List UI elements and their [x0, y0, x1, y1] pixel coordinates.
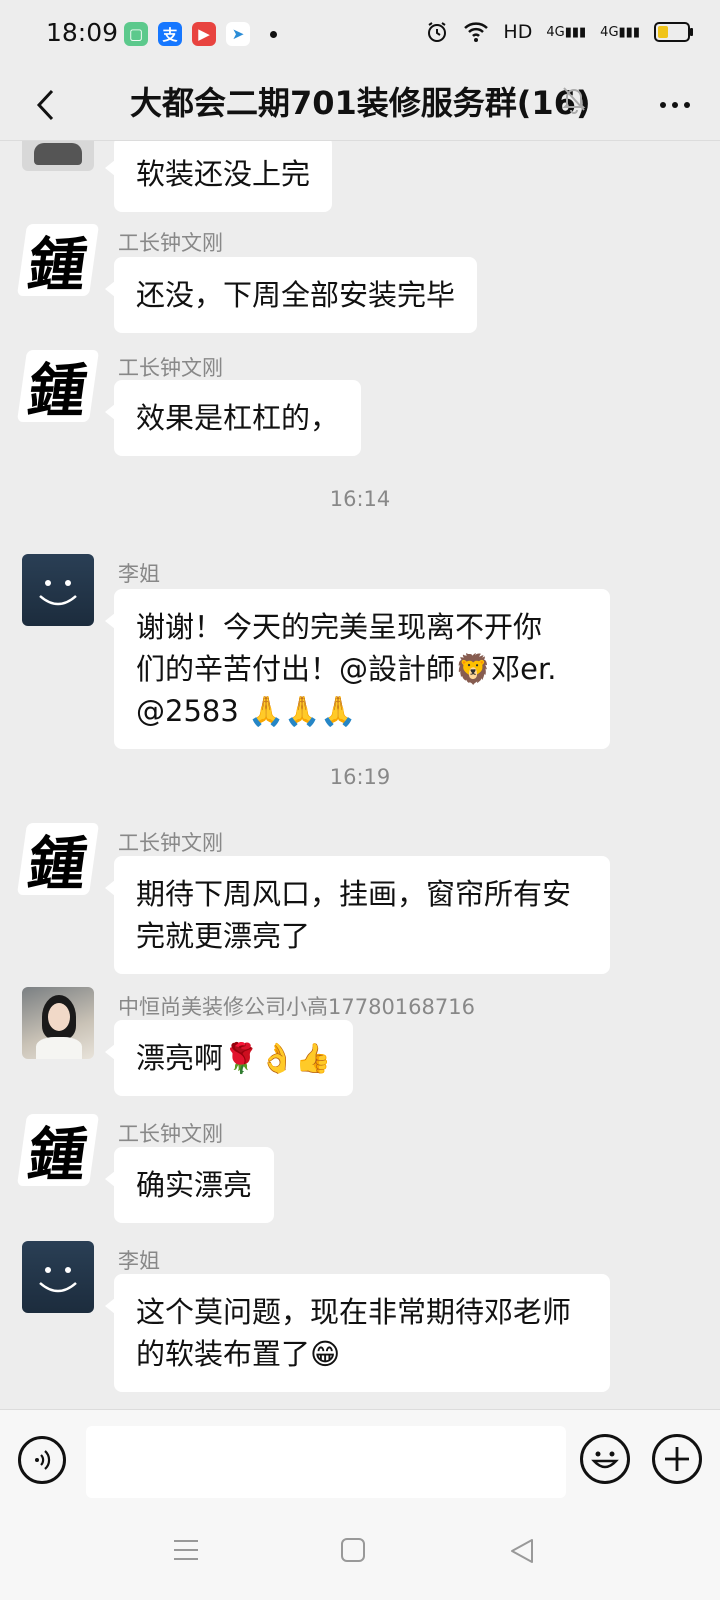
- avatar[interactable]: [22, 987, 94, 1059]
- paper-plane-icon: ➤: [226, 22, 250, 46]
- sender-name: 工长钟文刚: [118, 231, 223, 255]
- sender-name: 工长钟文刚: [118, 831, 223, 855]
- alipay-icon: 支: [158, 22, 182, 46]
- menu-icon[interactable]: [172, 1537, 200, 1563]
- chat-title: 大都会二期701装修服务群(16): [130, 84, 591, 122]
- more-dot-icon: [672, 102, 678, 108]
- message-line: @2583 🙏🙏🙏: [136, 694, 357, 728]
- more-options-button[interactable]: [650, 80, 700, 130]
- signal-2-label: 4G: [600, 24, 619, 40]
- emoji-button[interactable]: [580, 1434, 630, 1484]
- avatar[interactable]: 鍾: [16, 224, 100, 296]
- status-notification-icons: ▢ 支 ▶ ➤: [124, 22, 277, 46]
- message-line: 完就更漂亮了: [136, 919, 311, 953]
- avatar[interactable]: [22, 554, 94, 626]
- message-line: 期待下周风口，挂画，窗帘所有安: [136, 877, 572, 911]
- status-time: 18:09: [46, 18, 119, 47]
- more-dot-icon: [684, 102, 690, 108]
- message-bubble[interactable]: 谢谢！今天的完美呈现离不开你 们的辛苦付出！@設計師🦁邓er. @2583 🙏🙏…: [105, 589, 610, 749]
- avatar[interactable]: 鍾: [16, 823, 100, 895]
- message-bubble[interactable]: 效果是杠杠的，: [104, 380, 362, 456]
- message-bubble[interactable]: 漂亮啊🌹👌👍: [104, 1020, 354, 1096]
- avatar[interactable]: 鍾: [16, 1114, 100, 1186]
- back-triangle-icon[interactable]: [508, 1537, 536, 1565]
- avatar[interactable]: [22, 141, 94, 171]
- sender-name: 李姐: [118, 1249, 160, 1273]
- sender-name: 李姐: [118, 562, 160, 586]
- sender-name: 工长钟文刚: [118, 356, 223, 380]
- plus-icon: [665, 1447, 689, 1471]
- voice-wave-icon: [35, 1450, 51, 1470]
- home-square-icon[interactable]: [340, 1537, 366, 1563]
- avatar[interactable]: 鍾: [16, 350, 100, 422]
- avatar[interactable]: [22, 1241, 94, 1313]
- message-text-input[interactable]: [86, 1426, 566, 1498]
- green-app-icon: ▢: [124, 22, 148, 46]
- message-line: 谢谢！今天的完美呈现离不开你: [136, 610, 543, 644]
- wifi-icon: [464, 22, 489, 42]
- message-line: 这个莫问题，现在非常期待邓老师: [136, 1295, 572, 1329]
- more-functions-button[interactable]: [652, 1434, 702, 1484]
- message-bubble[interactable]: 期待下周风口，挂画，窗帘所有安 完就更漂亮了: [105, 856, 610, 974]
- message-line: 们的辛苦付出！@設計師🦁邓er.: [136, 652, 557, 686]
- timestamp: 16:19: [329, 765, 391, 789]
- more-notifications-dot-icon: [270, 30, 277, 38]
- smiley-face-icon: [591, 1451, 619, 1469]
- chat-header: 大都会二期701装修服务群(16): [0, 70, 720, 141]
- smiley-avatar-icon: [39, 1267, 77, 1293]
- system-navigation-bar: [0, 1509, 720, 1600]
- message-list[interactable]: 软装还没上完 鍾 工长钟文刚 还没，下周全部安装完毕 鍾 工长钟文刚 效果是杠杠…: [0, 141, 720, 1409]
- video-app-icon: ▶: [192, 22, 216, 46]
- timestamp: 16:14: [329, 487, 391, 511]
- smiley-avatar-icon: [39, 580, 77, 606]
- status-bar: 18:09 ▢ 支 ▶ ➤ HD 4G▮▮▮ 4G▮▮▮: [0, 0, 720, 70]
- portrait-body-icon: [36, 1037, 82, 1059]
- sender-name: 工长钟文刚: [118, 1122, 223, 1146]
- signal-icon: 4G▮▮▮: [546, 24, 587, 40]
- chevron-left-icon: [36, 89, 54, 121]
- message-bubble[interactable]: 这个莫问题，现在非常期待邓老师 的软装布置了😁: [105, 1274, 610, 1392]
- message-line: 的软装布置了😁: [136, 1337, 341, 1371]
- alarm-icon: [428, 22, 447, 42]
- message-input-bar: [0, 1409, 720, 1510]
- signal-icon-2: 4G▮▮▮: [600, 24, 640, 40]
- more-dot-icon: [660, 102, 666, 108]
- sender-name: 中恒尚美装修公司小高17780168716: [118, 995, 475, 1019]
- bell-muted-icon: [560, 84, 588, 118]
- hd-label: HD: [503, 21, 533, 43]
- back-button[interactable]: [20, 80, 70, 130]
- status-system-icons: HD 4G▮▮▮ 4G▮▮▮: [425, 20, 693, 44]
- message-bubble[interactable]: 还没，下周全部安装完毕: [104, 257, 478, 333]
- message-bubble[interactable]: 软装还没上完: [104, 141, 333, 212]
- signal-1-label: 4G: [546, 24, 565, 40]
- portrait-face-icon: [48, 1003, 70, 1031]
- battery-icon: [654, 22, 693, 42]
- message-bubble[interactable]: 确实漂亮: [104, 1147, 275, 1223]
- voice-input-button[interactable]: [18, 1436, 66, 1484]
- bag-icon: [34, 143, 82, 165]
